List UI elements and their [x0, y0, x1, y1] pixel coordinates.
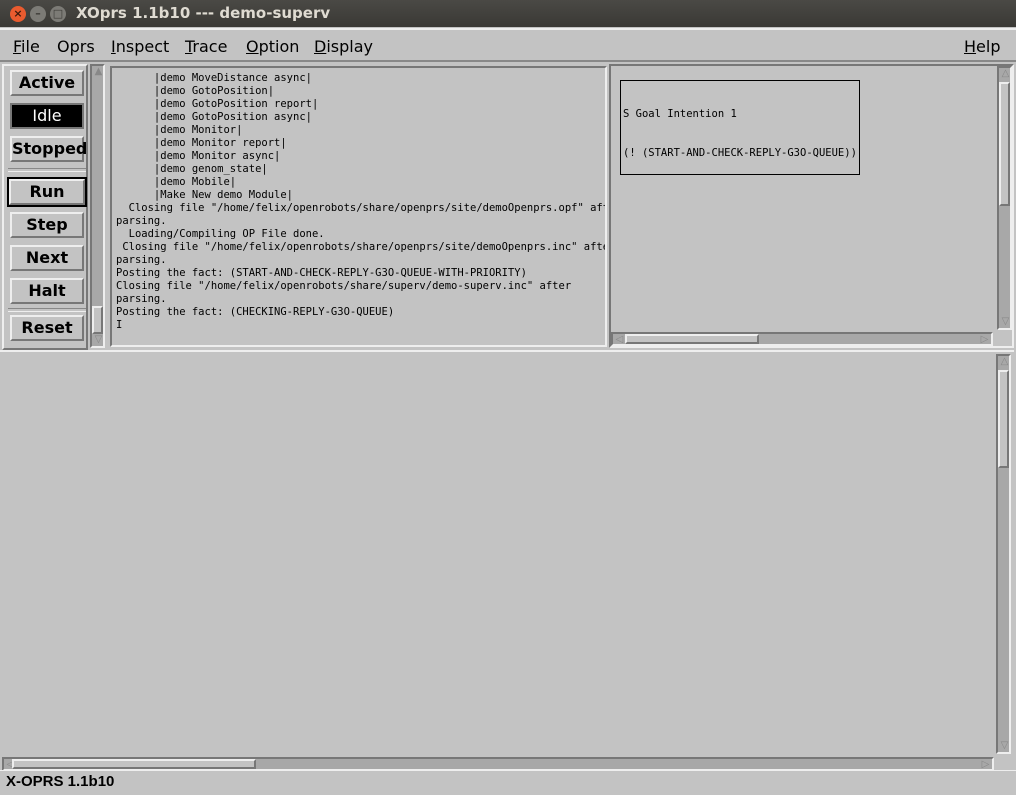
scroll-thumb[interactable] [92, 306, 103, 334]
log-line: parsing. [116, 293, 167, 305]
canvas-vertical-scrollbar[interactable]: △ ▽ [996, 354, 1011, 754]
log-line: |demo Mobile| [116, 176, 237, 188]
scroll-thumb[interactable] [625, 334, 759, 344]
log-text-area[interactable]: |demo MoveDistance async| |demo GotoPosi… [110, 66, 607, 347]
scroll-up-icon[interactable]: △ [999, 68, 1012, 80]
next-button[interactable]: Next [10, 245, 84, 271]
log-line: |demo MoveDistance async| [116, 72, 312, 84]
scroll-thumb[interactable] [998, 370, 1009, 468]
divider [8, 168, 86, 172]
close-icon[interactable]: × [10, 6, 26, 22]
log-line: Posting the fact: (CHECKING-REPLY-G3O-QU… [116, 306, 395, 318]
intention-goal: (! (START-AND-CHECK-REPLY-G3O-QUEUE)) [623, 147, 857, 159]
log-line: |demo Monitor async| [116, 150, 281, 162]
goal-intention-node[interactable]: S Goal Intention 1 (! (START-AND-CHECK-R… [620, 80, 860, 175]
window-title: XOprs 1.1b10 --- demo-superv [76, 4, 331, 22]
menu-oprs[interactable]: Oprs [57, 37, 95, 56]
minimize-icon[interactable]: – [30, 6, 46, 22]
active-button[interactable]: Active [10, 70, 84, 96]
scroll-up-icon[interactable]: △ [998, 356, 1011, 368]
stopped-button[interactable]: Stopped [10, 136, 87, 162]
canvas-horizontal-scrollbar[interactable]: ◁ ▷ [2, 757, 994, 771]
halt-button[interactable]: Halt [10, 278, 84, 304]
scroll-thumb[interactable] [999, 82, 1010, 206]
log-line: |Make New demo Module| [116, 189, 294, 201]
divider [8, 308, 86, 312]
scroll-down-icon[interactable]: ▽ [999, 316, 1012, 328]
menu-inspect[interactable]: Inspect [111, 37, 169, 56]
idle-button[interactable]: Idle [10, 103, 84, 129]
scroll-right-icon[interactable]: ▷ [978, 334, 991, 346]
log-line: |demo Monitor| [116, 124, 243, 136]
intention-vertical-scrollbar[interactable]: △ ▽ [997, 66, 1012, 330]
log-line: Posting the fact: (START-AND-CHECK-REPLY… [116, 267, 527, 279]
title-bar: × – □ XOprs 1.1b10 --- demo-superv [0, 0, 1016, 27]
status-bar: X-OPRS 1.1b10 [0, 770, 1016, 792]
log-line: |demo genom_state| [116, 163, 268, 175]
log-line: |demo Monitor report| [116, 137, 287, 149]
scroll-up-icon[interactable]: ▲ [92, 66, 105, 78]
log-line: parsing. [116, 254, 167, 266]
log-line: Closing file "/home/felix/openrobots/sha… [116, 241, 607, 253]
scroll-down-icon[interactable]: ▽ [92, 334, 105, 346]
control-panel: Active Idle Stopped Run Step Next Halt R… [2, 64, 88, 350]
log-line: I [116, 319, 123, 331]
op-graph-canvas[interactable]: △ ▽ ◁ ▷ [0, 350, 1014, 771]
log-line: parsing. [116, 215, 167, 227]
log-line: |demo GotoPosition async| [116, 111, 312, 123]
log-line: Closing file "/home/felix/openrobots/sha… [116, 202, 607, 214]
menu-bar: File Oprs Inspect Trace Option Display H… [0, 28, 1016, 62]
log-line: Loading/Compiling OP File done. [116, 228, 325, 240]
scroll-down-icon[interactable]: ▽ [998, 740, 1011, 752]
step-button[interactable]: Step [10, 212, 84, 238]
log-line: Closing file "/home/felix/openrobots/sha… [116, 280, 572, 292]
menu-file[interactable]: File [13, 37, 40, 56]
scroll-thumb[interactable] [12, 759, 256, 769]
menu-trace[interactable]: Trace [185, 37, 227, 56]
menu-help[interactable]: Help [964, 37, 1000, 56]
run-button[interactable]: Run [7, 177, 87, 207]
menu-display[interactable]: Display [314, 37, 373, 56]
intention-horizontal-scrollbar[interactable]: ◁ ▷ [611, 332, 993, 346]
reset-button[interactable]: Reset [10, 315, 84, 341]
log-vertical-scrollbar[interactable]: ▲ ▽ [90, 64, 105, 348]
log-line: |demo GotoPosition report| [116, 98, 319, 110]
menu-option[interactable]: Option [246, 37, 299, 56]
maximize-icon[interactable]: □ [50, 6, 66, 22]
log-line: |demo GotoPosition| [116, 85, 275, 97]
intention-title: S Goal Intention 1 [623, 108, 737, 120]
